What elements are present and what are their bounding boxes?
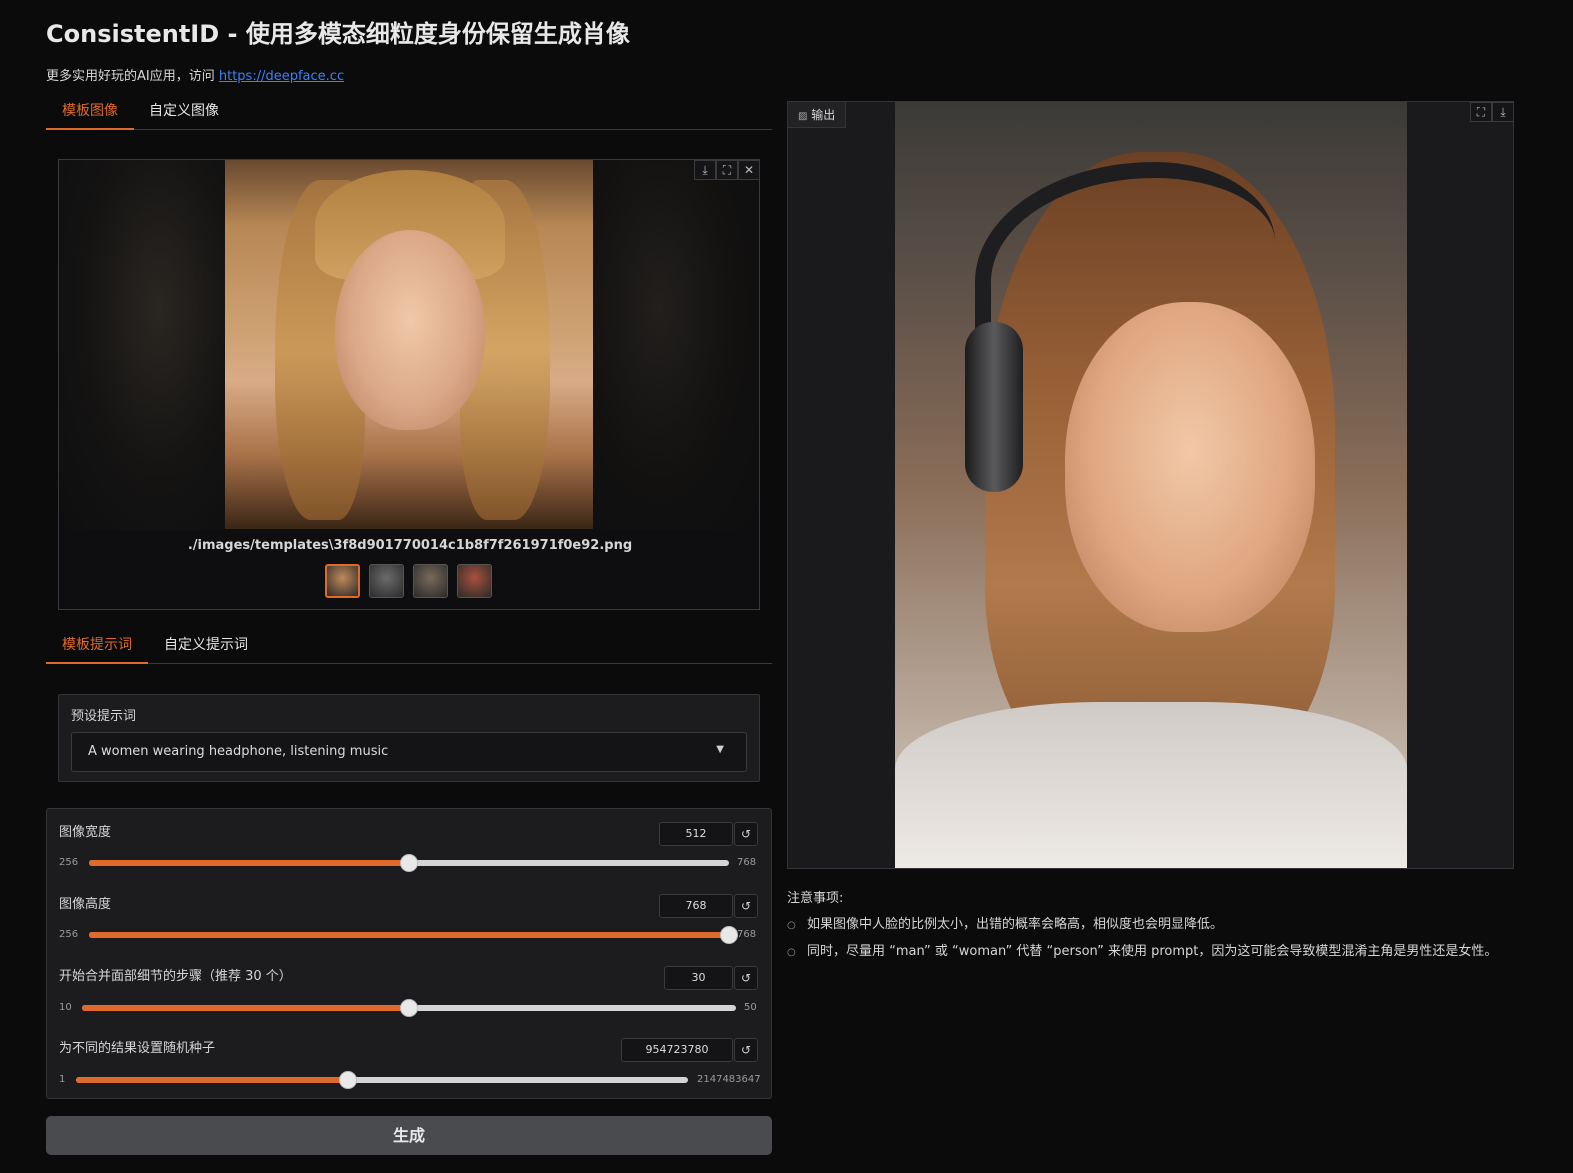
width-input[interactable]: 512 [659,822,733,846]
merge-steps-slider-handle[interactable] [400,999,418,1017]
bullet-icon: ○ [787,920,796,931]
output-label-tag: ▨ 输出 [788,102,847,128]
tab-custom-prompt[interactable]: 自定义提示词 [158,634,254,664]
seed-slider-handle[interactable] [339,1071,358,1089]
page-title: ConsistentID - 使用多模态细粒度身份保留生成肖像 [46,20,630,48]
seed-max: 2147483647 [697,1074,761,1085]
download-icon[interactable]: ⤓ [694,160,716,180]
seed-slider-fill [76,1077,349,1083]
subtitle: 更多实用好玩的AI应用，访问 https://deepface.cc [46,65,344,84]
height-input[interactable]: 768 [659,894,733,918]
seed-slider[interactable] [76,1071,688,1089]
settings-panel: 图像宽度 512 ↺ 256 768 图像高度 768 ↺ 256 768 开始… [46,808,772,1099]
face [335,230,485,430]
width-min: 256 [59,857,79,868]
tab-template-image[interactable]: 模板图像 [46,100,134,130]
output-face [1065,302,1315,632]
template-gallery: ⤓ ⛶ ✕ ./images/templates\3f8d901770014c1… [58,159,760,610]
image-tabbar: 模板图像 自定义图像 [46,100,772,130]
deepface-link[interactable]: https://deepface.cc [219,69,344,84]
width-label: 图像宽度 [59,825,112,840]
merge-steps-input[interactable]: 30 [664,966,733,990]
notes-title: 注意事项: [787,891,844,906]
output-label: 输出 [811,108,836,122]
download-icon[interactable]: ⤓ [1492,102,1513,122]
width-reset-icon[interactable]: ↺ [734,822,758,846]
width-slider[interactable] [89,854,729,872]
headphone-cup [965,322,1023,492]
height-label: 图像高度 [59,897,112,912]
seed-input[interactable]: 954723780 [621,1038,733,1062]
seed-label: 为不同的结果设置随机种子 [59,1041,216,1056]
note-text: 同时，尽量用 “man” 或 “woman” 代替 “person” 来使用 p… [807,944,1498,959]
height-slider-fill [89,932,729,938]
output-panel: ▨ 输出 ⛶ ⤓ [787,101,1514,869]
preset-prompt-dropdown[interactable]: A women wearing headphone, listening mus… [71,732,747,772]
seed-reset-icon[interactable]: ↺ [734,1038,758,1062]
prompt-tabbar: 模板提示词 自定义提示词 [46,634,772,664]
fullscreen-icon[interactable]: ⛶ [1470,102,1492,122]
merge-steps-slider-fill [82,1005,409,1011]
subtitle-text: 更多实用好玩的AI应用，访问 [46,69,219,84]
output-shirt [895,702,1407,868]
thumbnail-2[interactable] [369,564,404,598]
template-caption: ./images/templates\3f8d901770014c1b8f7f2… [187,538,633,553]
thumbnail-4[interactable] [457,564,492,598]
note-item: ○ 如果图像中人脸的比例太小，出错的概率会略高，相似度也会明显降低。 [787,913,1223,932]
preset-prompt-value: A women wearing headphone, listening mus… [88,744,389,759]
height-max: 768 [737,929,757,940]
merge-steps-max: 50 [744,1002,757,1013]
preset-prompt-panel: 预设提示词 A women wearing headphone, listeni… [58,694,760,782]
tab-custom-image[interactable]: 自定义图像 [144,100,224,130]
height-reset-icon[interactable]: ↺ [734,894,758,918]
width-slider-handle[interactable] [400,854,418,872]
thumbnail-strip [325,564,492,598]
close-icon[interactable]: ✕ [738,160,759,180]
height-min: 256 [59,929,79,940]
gallery-blur-left [59,160,225,530]
template-preview-image[interactable] [225,160,593,529]
preset-prompt-label: 预设提示词 [71,709,137,724]
merge-steps-slider[interactable] [82,999,736,1017]
thumbnail-3[interactable] [413,564,448,598]
width-max: 768 [737,857,757,868]
seed-min: 1 [59,1074,66,1085]
note-text: 如果图像中人脸的比例太小，出错的概率会略高，相似度也会明显降低。 [807,917,1224,932]
bullet-icon: ○ [787,947,796,958]
image-icon: ▨ [798,111,808,122]
fullscreen-icon[interactable]: ⛶ [716,160,738,180]
gallery-blur-right [593,160,759,530]
generate-button[interactable]: 生成 [46,1116,772,1155]
thumbnail-1[interactable] [325,564,360,598]
note-item: ○ 同时，尽量用 “man” 或 “woman” 代替 “person” 来使用 … [787,940,1497,959]
height-slider[interactable] [89,926,738,944]
height-slider-handle[interactable] [720,926,738,944]
tab-template-prompt[interactable]: 模板提示词 [46,634,148,664]
merge-steps-label: 开始合并面部细节的步骤（推荐 30 个） [59,969,292,984]
chevron-down-icon: ▼ [716,744,724,755]
width-slider-fill [89,860,409,866]
merge-steps-min: 10 [59,1002,72,1013]
merge-steps-reset-icon[interactable]: ↺ [734,966,758,990]
output-image[interactable] [895,102,1407,868]
